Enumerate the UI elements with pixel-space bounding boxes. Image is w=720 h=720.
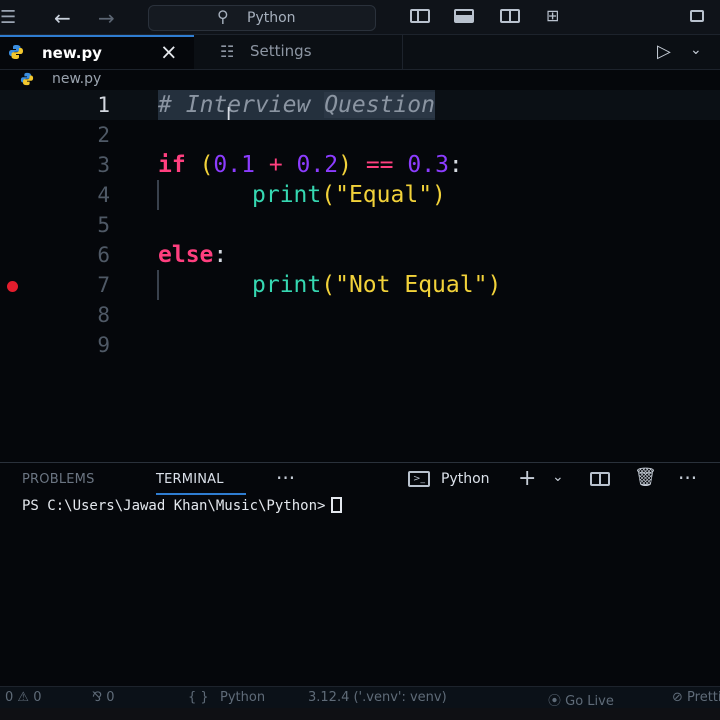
code-line[interactable]: 8	[0, 300, 720, 330]
tab-new-py[interactable]: new.py ×	[0, 35, 194, 69]
status-interpreter[interactable]: 3.12.4 ('.venv': venv)	[308, 690, 447, 705]
more-icon[interactable]: ···	[678, 466, 697, 490]
code-line[interactable]: 2	[0, 120, 720, 150]
tab-label: Settings	[250, 42, 312, 60]
indent-guide	[157, 270, 159, 300]
status-ports[interactable]: ⅋ 0	[92, 690, 115, 705]
close-icon[interactable]: ×	[160, 40, 178, 64]
code-line[interactable]: 6 else:	[0, 240, 720, 270]
customize-layout-icon[interactable]: ⊞	[546, 6, 570, 26]
code-else: else:	[158, 242, 228, 268]
code-line[interactable]: 4 print("Equal")	[0, 180, 720, 210]
line-number: 4	[97, 183, 110, 207]
status-errors-warnings[interactable]: 0 ⚠ 0	[5, 690, 41, 705]
code-line[interactable]: 3 if (0.1 + 0.2) == 0.3:	[0, 150, 720, 180]
python-icon	[20, 72, 34, 86]
status-prettier[interactable]: ⊘ Prettier	[672, 690, 720, 705]
tab-terminal[interactable]: TERMINAL	[156, 472, 224, 487]
status-language[interactable]: Python	[220, 690, 265, 705]
trash-icon[interactable]: 🗑	[634, 467, 657, 488]
menu-icon[interactable]: ☰	[0, 7, 16, 28]
code-comment: # Interview Question	[158, 90, 435, 120]
line-number: 5	[97, 213, 110, 237]
code-line[interactable]: 7 print("Not Equal")	[0, 270, 720, 300]
search-text: Python	[247, 10, 296, 26]
taskbar-strip	[0, 708, 720, 720]
chevron-down-icon[interactable]: ⌄	[690, 42, 702, 58]
status-go-live[interactable]: ⦿ Go Live	[548, 690, 614, 709]
code-line[interactable]: 1 # Interview Question I	[0, 90, 720, 125]
code-print-not-equal: print("Not Equal")	[252, 272, 502, 298]
terminal-name[interactable]: Python	[441, 471, 490, 487]
command-center-search[interactable]: ⚲ Python	[148, 5, 376, 31]
forward-arrow-icon[interactable]: →	[98, 6, 115, 30]
toggle-primary-sidebar-icon[interactable]	[410, 9, 430, 23]
run-icon[interactable]: ▷	[657, 41, 671, 62]
breadcrumb: new.py	[0, 70, 720, 90]
terminal-prompt[interactable]: PS C:\Users\Jawad Khan\Music\Python>	[22, 497, 343, 514]
tab-problems[interactable]: PROBLEMS	[22, 472, 95, 487]
status-bar: 0 ⚠ 0 ⅋ 0 { } Python 3.12.4 ('.venv': ve…	[0, 686, 720, 709]
more-icon[interactable]: ···	[276, 466, 295, 490]
indent-guide	[157, 180, 159, 210]
status-braces-icon[interactable]: { }	[188, 690, 209, 705]
line-number: 8	[97, 303, 110, 327]
line-number: 6	[97, 243, 110, 267]
line-number: 3	[97, 153, 110, 177]
add-terminal-icon[interactable]: +	[518, 466, 536, 491]
breadcrumb-file[interactable]: new.py	[52, 71, 101, 87]
active-tab-indicator	[156, 493, 246, 495]
toggle-secondary-sidebar-icon[interactable]	[500, 9, 520, 23]
tab-label: new.py	[42, 44, 102, 62]
code-editor[interactable]: 1 # Interview Question I 2 3 if (0.1 + 0…	[0, 90, 720, 462]
settings-icon: ☷	[220, 42, 235, 61]
toggle-panel-icon[interactable]	[454, 9, 474, 23]
python-icon	[9, 45, 23, 59]
search-icon: ⚲	[217, 7, 229, 26]
line-number: 9	[97, 333, 110, 357]
code-line[interactable]: 9	[0, 330, 720, 360]
split-terminal-icon[interactable]	[590, 472, 610, 486]
line-number: 2	[97, 123, 110, 147]
code-print-equal: print("Equal")	[252, 182, 446, 208]
terminal-icon: >_	[408, 471, 430, 487]
back-arrow-icon[interactable]: ←	[54, 6, 71, 30]
breakpoint-icon[interactable]	[7, 281, 18, 292]
line-number: 7	[97, 273, 110, 297]
window-restore-icon[interactable]	[690, 10, 704, 22]
line-number: 1	[97, 93, 110, 117]
terminal-cursor	[331, 497, 343, 513]
tab-settings[interactable]: ☷ Settings	[194, 35, 403, 69]
editor-tab-bar: new.py × ☷ Settings ▷ ⌄	[0, 35, 720, 70]
code-if-statement: if (0.1 + 0.2) == 0.3:	[158, 152, 463, 178]
code-line[interactable]: 5	[0, 210, 720, 240]
title-bar: ☰ ← → ⚲ Python ⊞	[0, 0, 720, 35]
chevron-down-icon[interactable]: ⌄	[552, 469, 564, 485]
bottom-panel: PROBLEMS TERMINAL ··· >_ Python + ⌄ 🗑 ··…	[0, 462, 720, 689]
